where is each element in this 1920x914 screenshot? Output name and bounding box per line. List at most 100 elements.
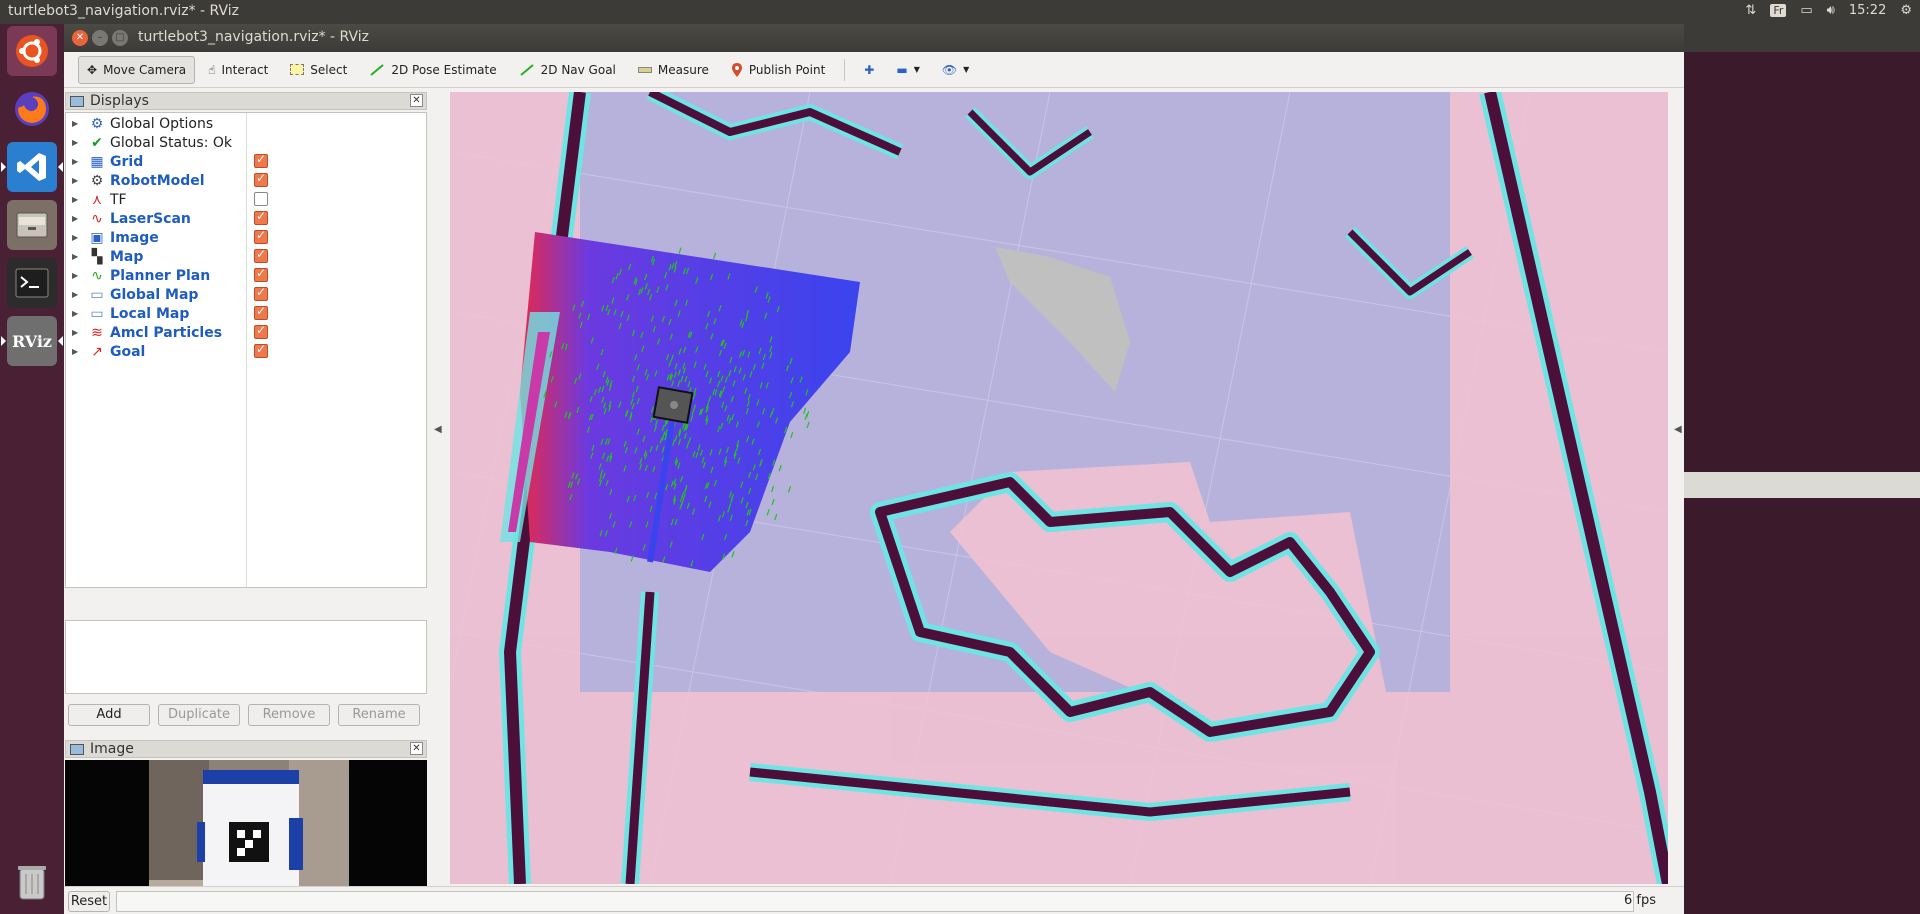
add-display-button[interactable]: Add [68,704,150,726]
close-panel-button[interactable]: ✕ [410,94,423,107]
interact-tool[interactable]: ☝ Interact [199,56,277,84]
top-panel-title: turtlebot3_navigation.rviz* - RViz [8,3,240,19]
display-description-area [65,620,427,694]
display-item-planner-plan[interactable]: ▶ ∿ Planner Plan [66,266,426,285]
battery-icon[interactable]: ▭ [1800,3,1812,18]
expand-arrow-icon[interactable]: ▶ [72,252,82,261]
display-item-label: Global Map [110,286,199,303]
remove-display-button[interactable]: Remove [248,704,330,726]
display-item-amcl-particles[interactable]: ▶ ≋ Amcl Particles [66,323,426,342]
display-item-label: Map [110,248,144,265]
firefox-launcher[interactable] [7,84,57,134]
nav-goal-label: 2D Nav Goal [540,62,616,77]
pose-estimate-tool[interactable]: 2D Pose Estimate [360,56,505,84]
display-item-map[interactable]: ▶ ▚ Map [66,247,426,266]
enabled-checkbox[interactable] [254,266,268,282]
path-icon: ∿ [91,267,103,284]
select-tool[interactable]: Select [281,56,356,84]
expand-arrow-icon[interactable]: ▶ [72,309,82,318]
display-item-global-options[interactable]: ▶ ⚙ Global Options [66,114,426,133]
terminal-launcher[interactable] [7,258,57,308]
hand-pointer-icon: ☝ [208,62,216,77]
display-item-local-map[interactable]: ▶ ▭ Local Map [66,304,426,323]
display-item-label: Image [110,229,159,246]
expand-arrow-icon[interactable]: ▶ [72,157,82,166]
enabled-checkbox[interactable] [254,247,268,263]
minimize-window-button[interactable]: – [92,30,108,46]
monitor-icon [70,95,84,107]
plus-icon: ✚ [864,62,875,77]
expand-arrow-icon[interactable]: ▶ [72,271,82,280]
enabled-checkbox[interactable] [254,342,268,358]
enabled-checkbox[interactable] [254,285,268,301]
files-launcher[interactable] [7,200,57,250]
keyboard-layout-indicator[interactable]: Fr [1770,4,1787,17]
display-item-label: Amcl Particles [110,324,223,341]
collapse-right-arrow[interactable]: ◀ [1674,424,1682,435]
move-camera-tool[interactable]: ✥ Move Camera [78,55,196,84]
duplicate-display-button[interactable]: Duplicate [158,704,240,726]
add-tool-button[interactable]: ✚ [855,56,883,84]
camera-image-view [65,760,427,906]
volume-icon[interactable]: 🔊︎ [1827,3,1835,18]
expand-arrow-icon[interactable]: ▶ [72,328,82,337]
display-item-global-status-ok[interactable]: ▶ ✔ Global Status: Ok [66,133,426,152]
status-bar: Reset 6 fps [64,886,1684,914]
move-camera-icon: ✥ [87,62,98,77]
network-icon[interactable]: ⇅ [1745,3,1756,18]
render-viewport[interactable] [450,92,1668,884]
publish-point-tool[interactable]: Publish Point [722,56,834,84]
close-window-button[interactable]: ✕ [72,30,88,46]
expand-arrow-icon[interactable]: ▶ [72,290,82,299]
reset-button[interactable]: Reset [68,891,110,912]
trash-launcher[interactable] [7,856,57,906]
rviz-launcher[interactable]: RViz [1,316,63,366]
rename-display-button[interactable]: Rename [338,704,420,726]
enabled-checkbox[interactable] [254,152,268,168]
remove-tool-button[interactable]: ▬ ▼ [887,56,929,84]
enabled-checkbox[interactable] [254,171,268,187]
enabled-checkbox[interactable] [254,228,268,244]
display-item-robotmodel[interactable]: ▶ ⚙ RobotModel [66,171,426,190]
collapse-left-arrow[interactable]: ◀ [434,424,442,435]
display-item-laserscan[interactable]: ▶ ∿ LaserScan [66,209,426,228]
enabled-checkbox[interactable] [254,209,268,225]
display-item-tf[interactable]: ▶ ⋏ TF [66,190,426,209]
chevron-down-icon: ▼ [963,65,970,74]
expand-arrow-icon[interactable]: ▶ [72,195,82,204]
expand-arrow-icon[interactable]: ▶ [72,119,82,128]
display-item-image[interactable]: ▶ ▣ Image [66,228,426,247]
measure-tool[interactable]: Measure [629,56,718,84]
ubuntu-dash-button[interactable] [7,26,57,76]
image-icon [70,743,84,755]
expand-arrow-icon[interactable]: ▶ [72,214,82,223]
expand-arrow-icon[interactable]: ▶ [72,347,82,356]
camera-feed-image [65,760,427,906]
ubuntu-logo-icon [16,35,48,67]
display-item-grid[interactable]: ▶ ▦ Grid [66,152,426,171]
enabled-checkbox[interactable] [254,192,268,206]
maximize-window-button[interactable]: □ [112,30,128,46]
enabled-checkbox[interactable] [254,304,268,320]
toolbar-separator [844,58,846,81]
window-titlebar[interactable]: ✕ – □ turtlebot3_navigation.rviz* - RViz [64,24,1684,52]
window-title: turtlebot3_navigation.rviz* - RViz [138,29,370,45]
enabled-checkbox[interactable] [254,323,268,339]
fps-indicator: 6 fps [1624,893,1657,908]
expand-arrow-icon[interactable]: ▶ [72,233,82,242]
expand-arrow-icon[interactable]: ▶ [72,138,82,147]
folder-icon: ▭ [90,286,104,303]
settings-gear-icon[interactable]: ⚙ [1900,3,1912,18]
check-icon: ✔ [91,134,103,151]
display-item-goal[interactable]: ▶ ↗ Goal [66,342,426,361]
grid-icon: ▦ [90,153,104,170]
nav-goal-tool[interactable]: 2D Nav Goal [510,56,625,84]
vscode-launcher[interactable] [1,142,63,192]
tool-visibility-button[interactable]: 👁︎ ▼ [933,56,978,84]
pose-estimate-label: 2D Pose Estimate [391,62,497,77]
clock[interactable]: 15:22 [1849,3,1886,18]
close-image-panel-button[interactable]: ✕ [410,742,423,755]
eye-icon: 👁︎ [941,62,958,77]
expand-arrow-icon[interactable]: ▶ [72,176,82,185]
display-item-global-map[interactable]: ▶ ▭ Global Map [66,285,426,304]
